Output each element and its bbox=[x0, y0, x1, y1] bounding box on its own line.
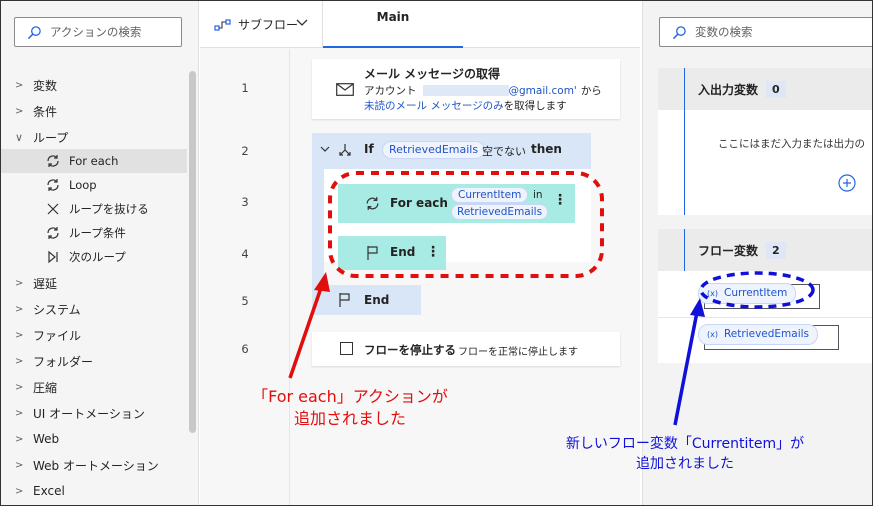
red-arrow-head bbox=[314, 272, 330, 292]
blue-annotation-line1: 新しいフロー変数「Currentitem」が bbox=[565, 436, 805, 452]
blue-annotation-line2: 追加されました bbox=[636, 456, 734, 472]
red-arrow-line bbox=[288, 284, 324, 379]
red-highlight-ellipse bbox=[328, 171, 604, 278]
blue-arrow-head bbox=[690, 298, 705, 317]
red-annotation-line2: 追加されました bbox=[293, 409, 406, 428]
blue-highlight-ellipse bbox=[699, 271, 815, 309]
red-annotation: 「For each」アクションが 追加されました bbox=[215, 386, 485, 430]
annotation-overlay bbox=[288, 171, 815, 426]
red-annotation-line1: 「For each」アクションが bbox=[252, 387, 448, 406]
blue-arrow-line bbox=[673, 311, 699, 426]
blue-annotation: 新しいフロー変数「Currentitem」が 追加されました bbox=[515, 434, 855, 474]
